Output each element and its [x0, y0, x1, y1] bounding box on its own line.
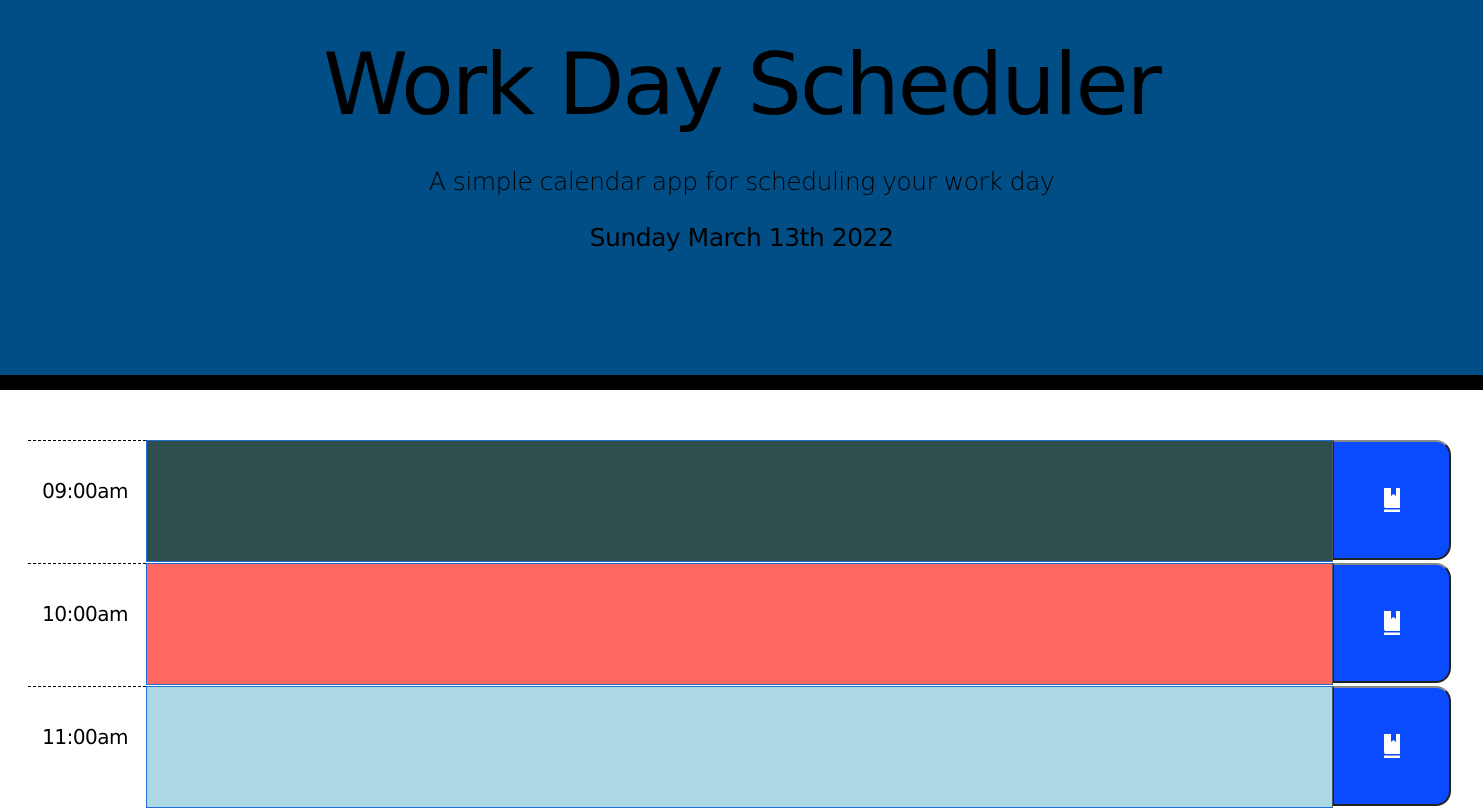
description-input[interactable]: [146, 440, 1333, 562]
page-title: Work Day Scheduler: [323, 35, 1162, 135]
scheduler-container: 09:00am 10:00am 11:00am: [28, 440, 1453, 809]
hour-label: 10:00am: [28, 563, 146, 686]
header: Work Day Scheduler A simple calendar app…: [0, 0, 1483, 390]
description-input[interactable]: [146, 563, 1333, 685]
time-block-11am: 11:00am: [28, 686, 1453, 809]
current-day: Sunday March 13th 2022: [589, 223, 894, 252]
page-subtitle: A simple calendar app for scheduling you…: [428, 167, 1055, 196]
book-icon: [1382, 487, 1402, 513]
time-block-10am: 10:00am: [28, 563, 1453, 686]
save-button[interactable]: [1333, 686, 1451, 806]
hour-label: 09:00am: [28, 440, 146, 563]
time-block-9am: 09:00am: [28, 440, 1453, 563]
book-icon: [1382, 610, 1402, 636]
save-button[interactable]: [1333, 563, 1451, 683]
hour-label: 11:00am: [28, 686, 146, 809]
description-input[interactable]: [146, 686, 1333, 808]
book-icon: [1382, 733, 1402, 759]
save-button[interactable]: [1333, 440, 1451, 560]
